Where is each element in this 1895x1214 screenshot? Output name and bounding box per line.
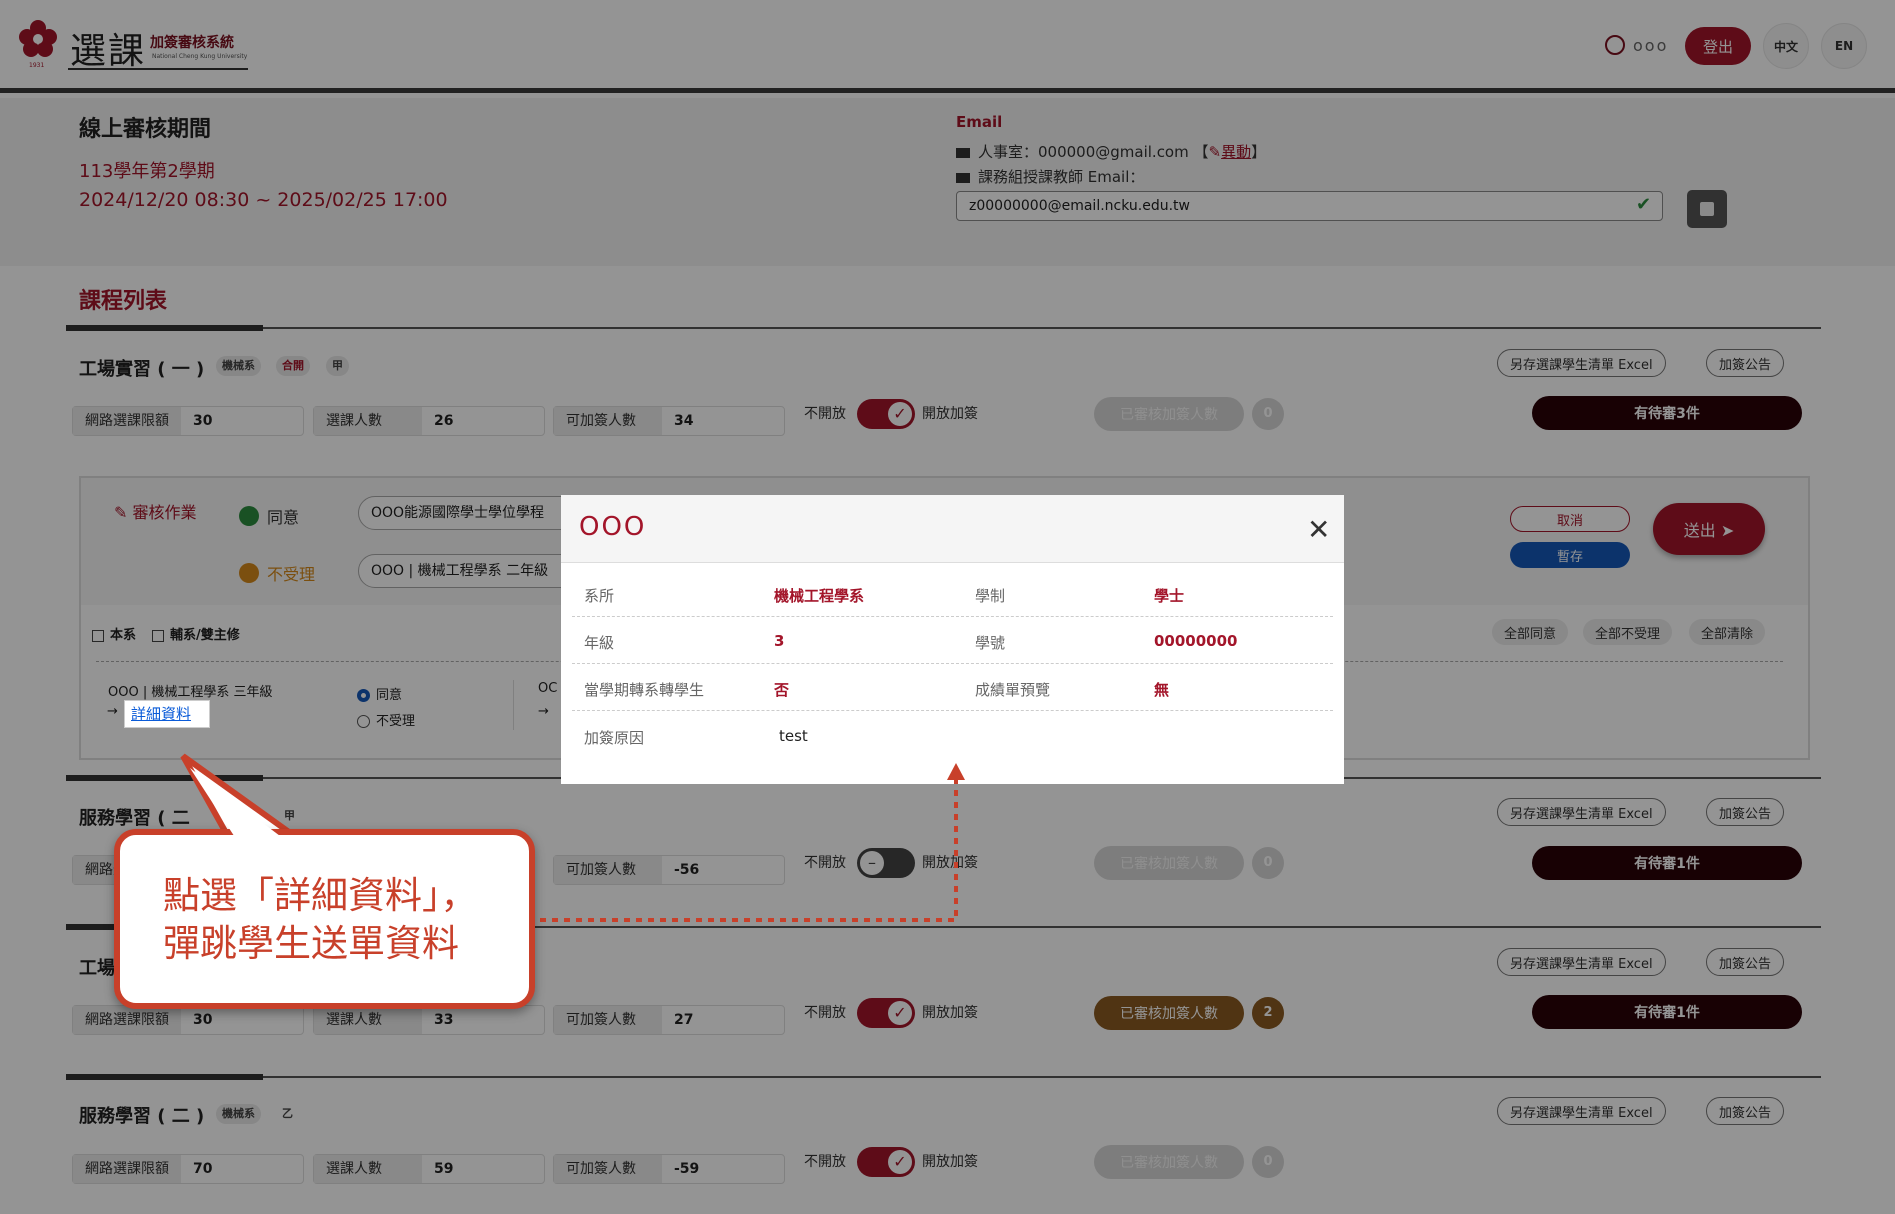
callout-line-1: 點選「詳細資料」， xyxy=(163,874,478,917)
callout-line-2: 彈跳學生送單資料 xyxy=(163,922,459,965)
page: 選課 加簽審核系統 National Cheng Kung University… xyxy=(0,0,1895,1214)
callout-tail-fill xyxy=(190,768,288,842)
detail-link-highlight[interactable]: 詳細資料 xyxy=(124,700,210,728)
callout-text: 點選「詳細資料」， 彈跳學生送單資料 xyxy=(163,872,523,968)
